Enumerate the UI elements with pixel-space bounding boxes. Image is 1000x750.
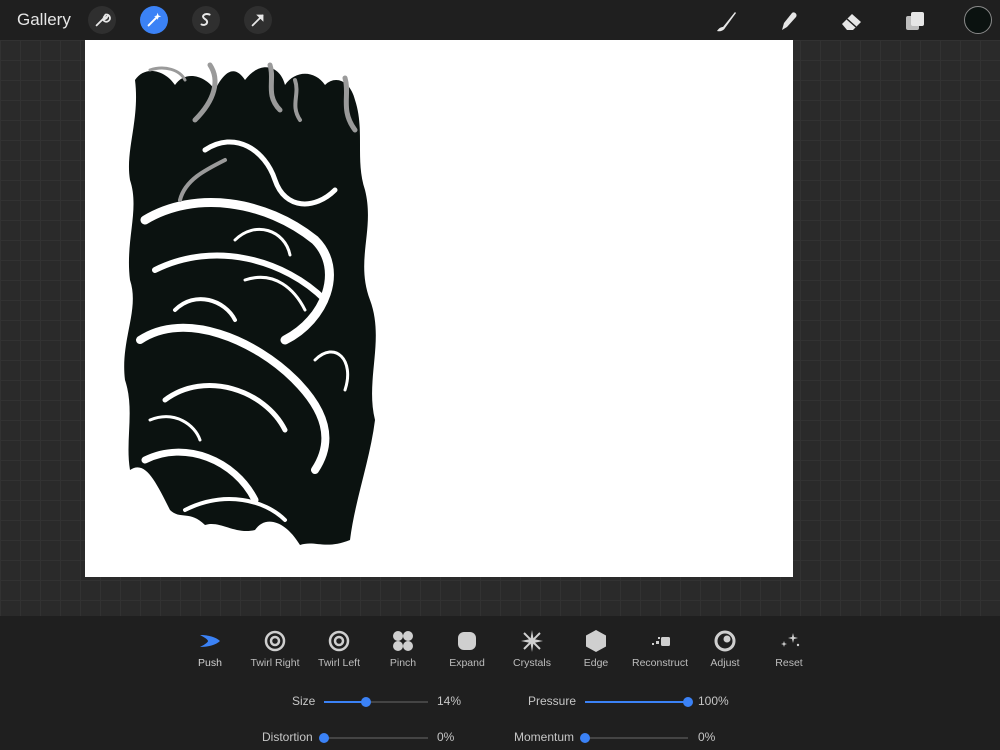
size-slider-fill <box>324 701 366 703</box>
mode-reset[interactable]: Reset <box>754 628 824 669</box>
pressure-slider-fill <box>585 701 688 703</box>
smudge-icon[interactable] <box>776 8 802 34</box>
brush-icon[interactable] <box>713 8 739 34</box>
pressure-slider-knob[interactable] <box>683 697 693 707</box>
expand-icon <box>432 628 502 654</box>
drawing-canvas[interactable] <box>85 40 793 577</box>
mode-pinch[interactable]: Pinch <box>368 628 438 669</box>
size-slider[interactable] <box>324 697 428 707</box>
edge-icon <box>561 628 631 654</box>
mode-label: Edge <box>583 657 609 669</box>
mode-label: Pinch <box>389 657 417 669</box>
magic-wand-icon[interactable] <box>140 6 168 34</box>
momentum-slider[interactable] <box>580 733 688 743</box>
pressure-label: Pressure <box>528 694 577 708</box>
push-icon <box>175 628 245 654</box>
distortion-value: 0% <box>437 730 455 744</box>
mode-label: Expand <box>449 657 485 669</box>
liquified-artwork <box>124 62 376 545</box>
reconstruct-icon <box>625 628 695 654</box>
pressure-slider[interactable] <box>585 697 693 707</box>
liquify-panel: Push Twirl Right Twirl Left Pinch Expand… <box>0 616 1000 750</box>
mode-twirl-right[interactable]: Twirl Right <box>240 628 310 669</box>
size-slider-knob[interactable] <box>360 697 371 707</box>
transform-arrow-icon[interactable] <box>244 6 272 34</box>
wrench-icon[interactable] <box>88 6 116 34</box>
pinch-icon <box>368 628 438 654</box>
momentum-label: Momentum <box>514 730 575 744</box>
distortion-label: Distortion <box>262 730 313 744</box>
mode-crystals[interactable]: Crystals <box>497 628 567 669</box>
mode-label: Twirl Left <box>317 657 360 669</box>
mode-adjust[interactable]: Adjust <box>690 628 760 669</box>
twirl-left-icon <box>304 628 374 654</box>
layers-icon[interactable] <box>902 8 928 34</box>
mode-reconstruct[interactable]: Reconstruct <box>625 628 695 669</box>
gallery-button[interactable]: Gallery <box>17 10 71 30</box>
adjust-icon <box>690 628 760 654</box>
size-value: 14% <box>437 694 462 708</box>
color-picker-button[interactable] <box>964 6 992 34</box>
eraser-icon[interactable] <box>839 8 865 34</box>
selection-icon[interactable] <box>192 6 220 34</box>
top-toolbar: Gallery <box>0 0 1000 40</box>
crystals-icon <box>497 628 567 654</box>
twirl-right-icon <box>240 628 310 654</box>
mode-label: Reset <box>775 657 803 669</box>
mode-twirl-left[interactable]: Twirl Left <box>304 628 374 669</box>
distortion-slider[interactable] <box>319 733 428 743</box>
mode-label: Push <box>198 657 222 669</box>
mode-label: Adjust <box>710 657 740 669</box>
pressure-value: 100% <box>698 694 729 708</box>
distortion-slider-knob[interactable] <box>319 733 329 743</box>
mode-label: Reconstruct <box>631 657 689 669</box>
momentum-value: 0% <box>698 730 716 744</box>
size-label: Size <box>292 694 316 708</box>
mode-edge[interactable]: Edge <box>561 628 631 669</box>
mode-label: Twirl Right <box>250 657 300 669</box>
reset-icon <box>754 628 824 654</box>
momentum-slider-knob[interactable] <box>580 733 590 743</box>
mode-expand[interactable]: Expand <box>432 628 502 669</box>
mode-label: Crystals <box>513 657 551 669</box>
mode-push[interactable]: Push <box>175 628 245 669</box>
